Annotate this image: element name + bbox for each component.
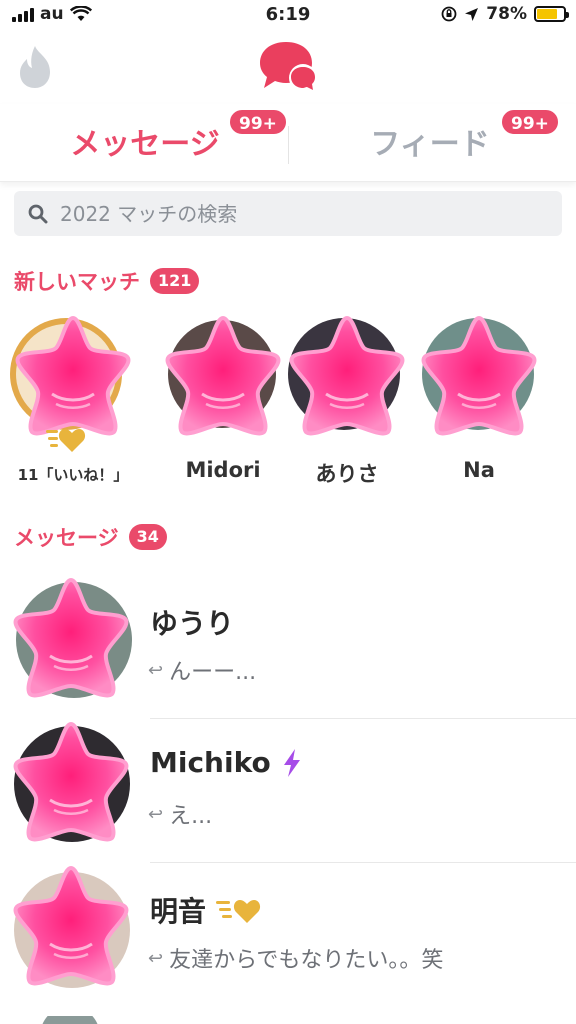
reply-icon: ↩ xyxy=(148,803,164,825)
star-sticker-icon xyxy=(421,316,537,436)
new-matches-header: 新しいマッチ 121 xyxy=(14,266,200,296)
new-matches-list: 11「いいね！」 Midori ありさ Na xyxy=(0,312,576,492)
search-input[interactable] xyxy=(60,201,530,226)
likes-card[interactable]: 11「いいね！」 xyxy=(6,312,140,492)
battery-level xyxy=(537,9,558,19)
location-arrow-icon xyxy=(465,7,479,21)
reply-icon: ↩ xyxy=(148,659,164,681)
new-matches-title: 新しいマッチ xyxy=(14,270,140,294)
lightning-icon xyxy=(283,748,300,777)
super-like-icon xyxy=(46,429,86,452)
status-bar: au 6:19 78% xyxy=(0,0,576,34)
tab-bar: メッセージ 99+ フィード 99+ xyxy=(0,104,576,182)
star-sticker-icon xyxy=(288,316,405,436)
tab-divider xyxy=(288,126,289,164)
star-sticker-icon xyxy=(165,316,281,436)
top-nav xyxy=(0,34,576,104)
message-row[interactable]: Michiko ↩ え... xyxy=(0,718,576,863)
super-like-icon xyxy=(216,900,261,923)
message-preview: ↩ 友達からでもなりたい。。笑 xyxy=(148,947,444,974)
star-sticker-icon xyxy=(13,722,130,842)
message-name: Michiko xyxy=(150,746,303,779)
tab-messages[interactable]: メッセージ xyxy=(40,116,250,166)
battery-percent: 78% xyxy=(486,4,527,24)
match-item[interactable]: Na xyxy=(412,312,546,492)
match-name: Na xyxy=(463,458,495,482)
star-sticker-icon xyxy=(13,578,132,698)
tab-messages-badge: 99+ xyxy=(228,108,288,136)
status-right: 78% xyxy=(441,4,569,24)
match-name: ありさ xyxy=(315,462,379,486)
chat-bubbles-icon[interactable] xyxy=(256,38,322,96)
message-row[interactable]: 明音 ↩ 友達からでもなりたい。。笑 xyxy=(0,862,576,1007)
messages-title: メッセージ xyxy=(14,526,119,550)
message-row[interactable]: ゆうり ↩ んーー... xyxy=(0,574,576,719)
search-bar[interactable] xyxy=(14,191,562,236)
message-row[interactable] xyxy=(0,1006,576,1024)
message-name: ゆうり xyxy=(150,607,235,640)
match-item[interactable]: ありさ xyxy=(280,312,414,492)
flame-icon[interactable] xyxy=(16,44,54,90)
star-sticker-icon xyxy=(13,866,130,988)
new-matches-count: 121 xyxy=(150,268,200,294)
tab-feed-badge: 99+ xyxy=(500,108,560,136)
messages-header: メッセージ 34 xyxy=(14,522,167,552)
message-name: 明音 xyxy=(150,890,262,930)
messages-count: 34 xyxy=(128,524,167,550)
reply-icon: ↩ xyxy=(148,947,164,969)
message-preview: ↩ え... xyxy=(148,803,213,830)
message-preview: ↩ んーー... xyxy=(148,659,257,686)
rotation-lock-icon xyxy=(441,6,457,22)
avatar xyxy=(42,1016,98,1024)
likes-label: 11「いいね！」 xyxy=(17,466,129,484)
battery-icon xyxy=(534,6,569,22)
search-icon xyxy=(28,204,48,223)
